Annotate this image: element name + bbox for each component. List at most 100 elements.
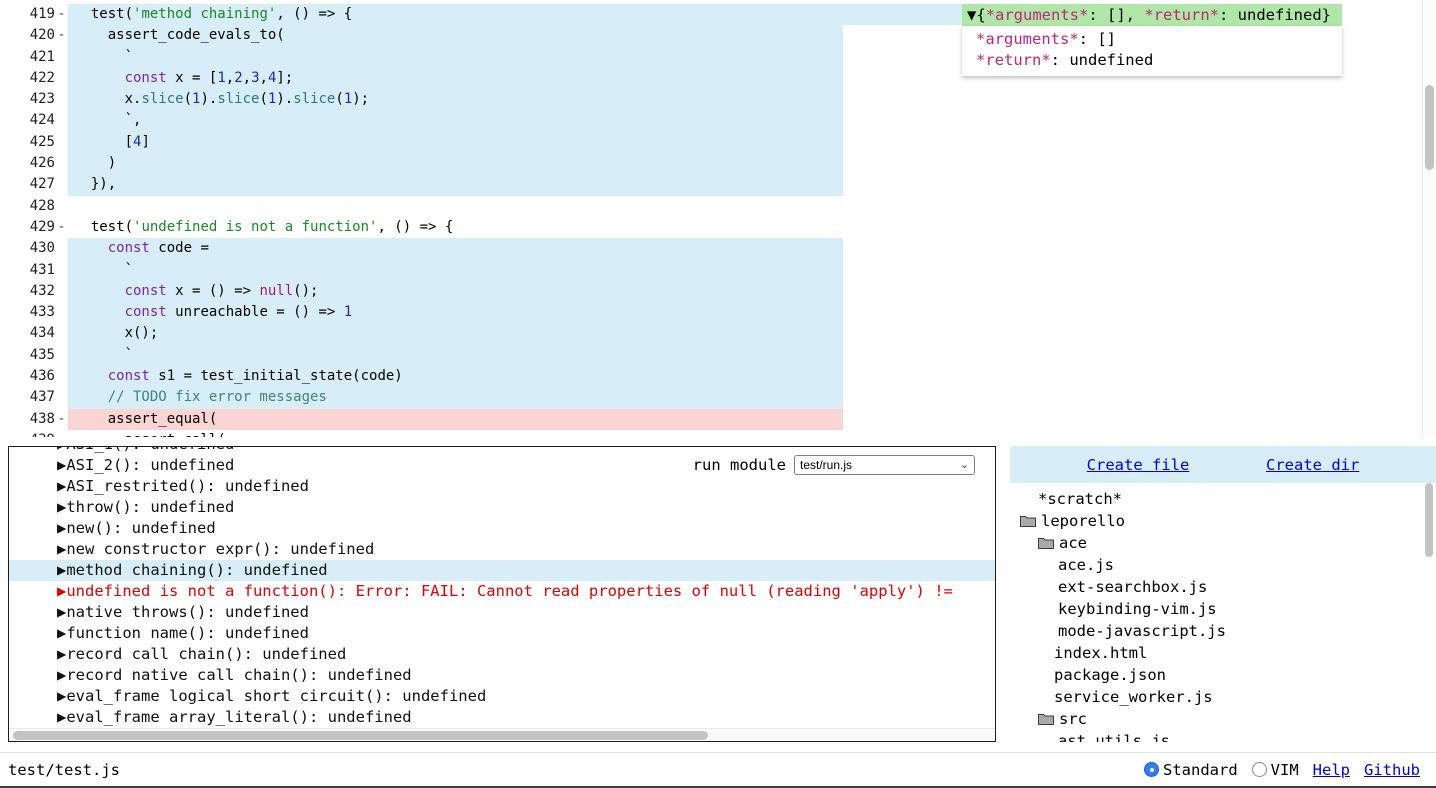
line-number[interactable]: 421 bbox=[0, 47, 68, 68]
code-line[interactable]: }), bbox=[68, 174, 843, 195]
line-number[interactable]: 420- bbox=[0, 25, 68, 46]
code-line[interactable]: [4] bbox=[68, 132, 843, 153]
code-line[interactable]: ) bbox=[68, 153, 843, 174]
expand-icon[interactable]: ▶ bbox=[57, 645, 66, 663]
keybinding-vim-option[interactable]: VIM bbox=[1252, 761, 1299, 779]
code-line[interactable]: ` bbox=[68, 47, 843, 68]
expand-icon[interactable]: ▶ bbox=[57, 666, 66, 684]
line-number[interactable]: 425 bbox=[0, 132, 68, 153]
test-result-entry[interactable]: ▶undefined is not a function(): Error: F… bbox=[9, 581, 995, 602]
code-line[interactable]: const s1 = test_initial_state(code) bbox=[68, 366, 843, 387]
editor-scrollbar[interactable] bbox=[1422, 0, 1436, 437]
line-number[interactable]: 428 bbox=[0, 196, 68, 217]
fold-icon[interactable]: - bbox=[55, 217, 68, 238]
line-number[interactable]: 419- bbox=[0, 4, 68, 25]
line-number[interactable]: 438- bbox=[0, 409, 68, 430]
line-number[interactable]: 433 bbox=[0, 302, 68, 323]
expand-icon[interactable]: ▶ bbox=[57, 561, 66, 579]
line-number[interactable]: 424 bbox=[0, 110, 68, 131]
code-line[interactable]: test('undefined is not a function', () =… bbox=[68, 217, 453, 238]
line-number[interactable]: 430 bbox=[0, 238, 68, 259]
expand-icon[interactable]: ▶ bbox=[57, 456, 66, 474]
expand-icon[interactable]: ▶ bbox=[57, 519, 66, 537]
file-tree-item[interactable]: ace.js bbox=[1010, 554, 1436, 576]
expand-icon[interactable]: ▶ bbox=[57, 624, 66, 642]
test-result-entry[interactable]: ▶record call chain(): undefined bbox=[9, 644, 995, 665]
keybinding-standard-option[interactable]: Standard bbox=[1144, 761, 1238, 779]
radio-vim[interactable] bbox=[1252, 762, 1267, 777]
file-tree-item[interactable]: ast_utils.js bbox=[1010, 730, 1436, 742]
code-line[interactable]: test('method chaining', () => { bbox=[68, 4, 962, 25]
help-link[interactable]: Help bbox=[1313, 761, 1350, 779]
file-tree-item[interactable]: service_worker.js bbox=[1010, 686, 1436, 708]
code-line[interactable]: ` bbox=[68, 260, 843, 281]
expand-icon[interactable]: ▶ bbox=[57, 582, 66, 600]
expand-icon[interactable]: ▶ bbox=[57, 498, 66, 516]
fold-icon[interactable]: - bbox=[55, 25, 68, 46]
expand-icon[interactable]: ▶ bbox=[57, 603, 66, 621]
code-line[interactable]: assert_code_evals_to( bbox=[68, 25, 843, 46]
test-result-entry[interactable]: ▶new(): undefined bbox=[9, 518, 995, 539]
radio-standard[interactable] bbox=[1144, 762, 1159, 777]
test-result-entry[interactable]: ▶eval_frame array_literal(): undefined bbox=[9, 707, 995, 728]
line-number[interactable]: 439 bbox=[0, 430, 68, 437]
code-line[interactable]: const code = bbox=[68, 238, 843, 259]
code-line[interactable]: const unreachable = () => 1 bbox=[68, 302, 843, 323]
expand-icon[interactable]: ▶ bbox=[57, 446, 66, 453]
code-line[interactable]: assert_call( bbox=[68, 430, 226, 437]
expand-icon[interactable]: ▶ bbox=[57, 687, 66, 705]
test-result-entry[interactable]: ▶ASI_restrited(): undefined bbox=[9, 476, 995, 497]
line-number[interactable]: 436 bbox=[0, 366, 68, 387]
test-result-entry[interactable]: ▶ASI_1(): undefined bbox=[9, 446, 995, 455]
line-number[interactable]: 426 bbox=[0, 153, 68, 174]
code-line[interactable]: assert_equal( bbox=[68, 409, 843, 430]
code-line[interactable]: x.slice(1).slice(1).slice(1); bbox=[68, 89, 843, 110]
fold-icon[interactable]: - bbox=[55, 409, 68, 430]
line-number[interactable]: 422 bbox=[0, 68, 68, 89]
files-scrollbar-thumb[interactable] bbox=[1425, 483, 1433, 557]
line-number[interactable]: 423 bbox=[0, 89, 68, 110]
create-dir-link[interactable]: Create dir bbox=[1266, 456, 1359, 474]
tooltip-header[interactable]: ▼{*arguments*: [], *return*: undefined} bbox=[962, 4, 1342, 26]
file-tree-item[interactable]: ace bbox=[1010, 532, 1436, 554]
create-file-link[interactable]: Create file bbox=[1087, 456, 1190, 474]
code-line[interactable]: x(); bbox=[68, 323, 843, 344]
file-tree-item[interactable]: ext-searchbox.js bbox=[1010, 576, 1436, 598]
line-number[interactable]: 427 bbox=[0, 174, 68, 195]
line-number[interactable]: 437 bbox=[0, 387, 68, 408]
line-number[interactable]: 435 bbox=[0, 345, 68, 366]
code-line[interactable]: const x = () => null(); bbox=[68, 281, 843, 302]
file-tree-item[interactable]: package.json bbox=[1010, 664, 1436, 686]
module-select[interactable]: test/run.js ⌄ bbox=[794, 455, 975, 475]
file-tree-item[interactable]: *scratch* bbox=[1010, 488, 1436, 510]
test-result-entry[interactable]: ▶eval_frame logical short circuit(): und… bbox=[9, 686, 995, 707]
file-tree-item[interactable]: mode-javascript.js bbox=[1010, 620, 1436, 642]
line-number[interactable]: 431 bbox=[0, 260, 68, 281]
line-number[interactable]: 429- bbox=[0, 217, 68, 238]
test-result-entry[interactable]: ▶throw(): undefined bbox=[9, 497, 995, 518]
code-line[interactable]: `, bbox=[68, 110, 843, 131]
fold-icon[interactable]: - bbox=[55, 4, 68, 25]
test-result-entry[interactable]: ▶new constructor expr(): undefined bbox=[9, 539, 995, 560]
file-tree-item[interactable]: leporello bbox=[1010, 510, 1436, 532]
editor-scrollbar-thumb[interactable] bbox=[1425, 85, 1434, 170]
code-line[interactable] bbox=[68, 196, 74, 217]
expand-icon[interactable]: ▶ bbox=[57, 540, 66, 558]
expand-icon[interactable]: ▶ bbox=[57, 477, 66, 495]
code-line[interactable]: ` bbox=[68, 345, 843, 366]
test-result-entry[interactable]: ▶record native call chain(): undefined bbox=[9, 665, 995, 686]
console-hscrollbar-thumb[interactable] bbox=[13, 731, 708, 740]
test-result-entry[interactable]: ▶method chaining(): undefined bbox=[9, 560, 995, 581]
code-line[interactable]: // TODO fix error messages bbox=[68, 387, 843, 408]
console-hscrollbar[interactable] bbox=[9, 728, 995, 741]
test-result-entry[interactable]: ▶function name(): undefined bbox=[9, 623, 995, 644]
collapse-icon[interactable]: ▼ bbox=[967, 6, 976, 24]
code-line[interactable]: const x = [1,2,3,4]; bbox=[68, 68, 843, 89]
file-tree-item[interactable]: src bbox=[1010, 708, 1436, 730]
file-tree-item[interactable]: index.html bbox=[1010, 642, 1436, 664]
line-number[interactable]: 432 bbox=[0, 281, 68, 302]
line-number[interactable]: 434 bbox=[0, 323, 68, 344]
test-result-entry[interactable]: ▶native throws(): undefined bbox=[9, 602, 995, 623]
file-tree-item[interactable]: keybinding-vim.js bbox=[1010, 598, 1436, 620]
expand-icon[interactable]: ▶ bbox=[57, 708, 66, 726]
